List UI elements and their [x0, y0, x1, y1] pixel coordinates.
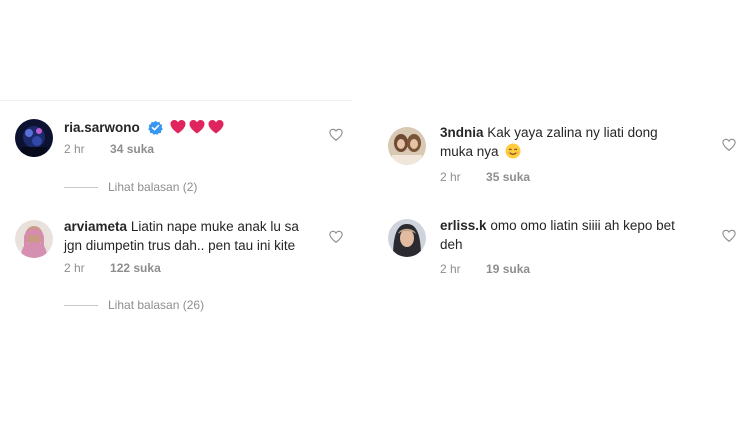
view-replies-button[interactable]: Lihat balasan (26) [64, 298, 204, 312]
like-count[interactable]: 122 suka [110, 261, 161, 275]
like-count[interactable]: 34 suka [110, 142, 154, 156]
comment-text: muka nya [440, 144, 499, 159]
replies-line [64, 304, 98, 306]
comment-time: 2 hr [440, 262, 461, 276]
comments-panel-left: ria.sarwono 2 hr 34 suka Lihat balasan (… [0, 0, 352, 422]
comments-panel-right: 3ndnia Kak yaya zalina ny liati dong muk… [368, 0, 750, 422]
username[interactable]: arviameta [64, 219, 127, 234]
view-replies-label: Lihat balasan (26) [108, 298, 205, 312]
comment-time: 2 hr [64, 142, 85, 156]
like-count[interactable]: 19 suka [486, 262, 530, 276]
smiling-face-emoji-icon [505, 143, 521, 164]
username[interactable]: erliss.k [440, 218, 487, 233]
heart-emoji-icon [170, 119, 224, 140]
comment-text: deh [440, 237, 463, 252]
like-heart-icon[interactable] [722, 229, 736, 243]
avatar[interactable] [388, 127, 426, 165]
comment-time: 2 hr [64, 261, 85, 275]
username[interactable]: 3ndnia [440, 125, 484, 140]
verified-badge-icon [147, 120, 163, 140]
view-replies-label: Lihat balasan (2) [108, 180, 198, 194]
like-heart-icon[interactable] [329, 128, 343, 142]
replies-line [64, 186, 98, 188]
avatar[interactable] [15, 119, 53, 157]
comment-text: Kak yaya zalina ny liati dong [487, 125, 658, 140]
comment-time: 2 hr [440, 170, 461, 184]
like-heart-icon[interactable] [722, 138, 736, 152]
comment-text: jgn diumpetin trus dah.. pen tau ini kit… [64, 238, 296, 253]
view-replies-button[interactable]: Lihat balasan (2) [64, 180, 197, 194]
divider [0, 100, 352, 101]
avatar[interactable] [15, 220, 53, 258]
like-heart-icon[interactable] [329, 230, 343, 244]
like-count[interactable]: 35 suka [486, 170, 530, 184]
username[interactable]: ria.sarwono [64, 120, 140, 135]
avatar[interactable] [388, 219, 426, 257]
comment-text: Liatin nape muke anak lu sa [130, 219, 299, 234]
comment-text: omo omo liatin siiii ah kepo bet [490, 218, 675, 233]
